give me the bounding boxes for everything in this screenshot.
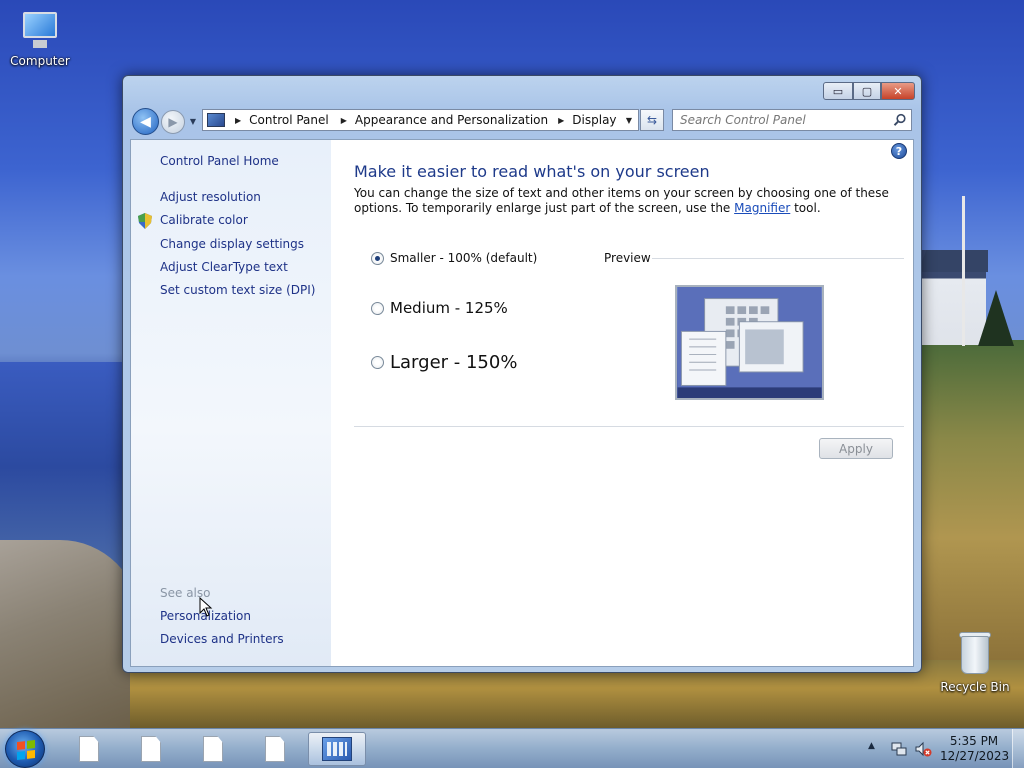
taskbar-item-document-3[interactable]	[184, 732, 242, 766]
option-smaller[interactable]: Smaller - 100% (default)	[371, 251, 537, 265]
display-window: ▭ ▢ ✕ ◀ ▶ ▼ ▶ Control Panel ▶ Appearance…	[122, 75, 922, 673]
windows-logo-icon	[17, 740, 35, 760]
desktop-icon-label: Recycle Bin	[940, 680, 1010, 694]
refresh-button[interactable]: ⇆	[640, 109, 664, 131]
taskbar: ▲ 5:35 PM 12/27/2023	[0, 728, 1024, 768]
taskbar-item-control-panel[interactable]	[308, 732, 366, 766]
clock-date: 12/27/2023	[940, 749, 1010, 763]
page-title: Make it easier to read what's on your sc…	[354, 162, 710, 181]
chevron-down-icon: ▼	[189, 116, 197, 126]
desktop-icon-label: Computer	[10, 54, 70, 68]
breadcrumb-label: Display	[572, 113, 617, 127]
arrow-right-icon: ▶	[168, 115, 178, 129]
sidebar-link-adjust-cleartype[interactable]: Adjust ClearType text	[160, 260, 288, 274]
taskbar-item-document-2[interactable]	[122, 732, 180, 766]
close-button[interactable]: ✕	[881, 82, 915, 100]
show-hidden-icons-button[interactable]: ▲	[868, 741, 875, 751]
window-controls: ▭ ▢ ✕	[823, 76, 921, 100]
refresh-icon: ⇆	[646, 113, 658, 127]
chevron-right-icon: ▶	[340, 115, 347, 125]
search-icon[interactable]	[893, 113, 907, 127]
apply-button[interactable]: Apply	[819, 438, 893, 459]
option-label: Smaller - 100% (default)	[390, 251, 538, 265]
document-icon	[203, 736, 223, 762]
minimize-button[interactable]: ▭	[823, 82, 853, 100]
recycle-bin-icon	[957, 630, 993, 676]
sidebar-link-adjust-resolution[interactable]: Adjust resolution	[160, 190, 261, 204]
wallpaper-roof	[918, 250, 988, 272]
taskbar-item-document-4[interactable]	[246, 732, 304, 766]
sidebar-link-calibrate-color[interactable]: Calibrate color	[160, 213, 248, 227]
clock-time: 5:35 PM	[949, 734, 999, 748]
sidebar-link-devices-and-printers[interactable]: Devices and Printers	[160, 632, 284, 646]
sidebar-link-control-panel-home[interactable]: Control Panel Home	[160, 154, 279, 168]
wallpaper-rocks	[0, 540, 140, 730]
show-desktop-button[interactable]	[1012, 729, 1024, 768]
search-box[interactable]	[672, 109, 912, 131]
breadcrumb-appearance[interactable]: ▶ Appearance and Personalization	[329, 113, 548, 127]
address-dropdown-icon[interactable]: ▼	[620, 116, 638, 125]
content-area: Control Panel Home Adjust resolution Cal…	[130, 139, 914, 667]
main-panel: ? Make it easier to read what's on your …	[331, 140, 913, 666]
arrow-left-icon: ◀	[140, 113, 151, 130]
chevron-right-icon: ▶	[235, 115, 242, 125]
sidebar: Control Panel Home Adjust resolution Cal…	[131, 140, 331, 666]
chevron-right-icon: ▶	[558, 115, 565, 125]
radio-smaller[interactable]	[371, 251, 384, 265]
preview-image	[675, 285, 824, 400]
mouse-cursor-icon	[199, 597, 213, 617]
breadcrumb-control-panel[interactable]: ▶ Control Panel	[231, 113, 329, 127]
radio-larger[interactable]	[371, 356, 384, 369]
option-label: Larger - 150%	[390, 352, 518, 373]
magnifier-link[interactable]: Magnifier	[734, 201, 790, 215]
wallpaper-field	[918, 340, 1024, 670]
breadcrumb-label: Appearance and Personalization	[354, 113, 549, 127]
document-icon	[141, 736, 161, 762]
page-description: You can change the size of text and othe…	[354, 186, 902, 216]
maximize-button[interactable]: ▢	[853, 82, 881, 100]
system-clock[interactable]: 5:35 PM 12/27/2023	[940, 734, 1010, 764]
volume-muted-icon[interactable]	[914, 740, 932, 758]
address-bar[interactable]: ▶ Control Panel ▶ Appearance and Persona…	[202, 109, 639, 131]
description-text-end: tool.	[790, 201, 821, 215]
option-medium[interactable]: Medium - 125%	[371, 299, 508, 317]
radio-medium[interactable]	[371, 301, 384, 315]
forward-button[interactable]: ▶	[161, 110, 185, 134]
desktop-icon-computer[interactable]: Computer	[0, 10, 80, 68]
options-divider	[354, 426, 904, 427]
back-button[interactable]: ◀	[132, 108, 159, 135]
wallpaper-flagpole	[962, 196, 965, 346]
help-icon[interactable]: ?	[891, 143, 907, 159]
sidebar-link-custom-text-size[interactable]: Set custom text size (DPI)	[160, 283, 315, 297]
preview-rule	[652, 258, 904, 259]
desktop-icon-recycle-bin[interactable]: Recycle Bin	[935, 630, 1015, 694]
shield-icon	[138, 213, 152, 229]
breadcrumb-label: Control Panel	[249, 113, 329, 127]
preview-label: Preview	[604, 251, 651, 265]
start-button[interactable]	[5, 730, 45, 768]
sidebar-link-change-display-settings[interactable]: Change display settings	[160, 237, 304, 251]
recent-pages-button[interactable]: ▼	[188, 114, 198, 128]
document-icon	[79, 736, 99, 762]
option-label: Medium - 125%	[390, 299, 508, 317]
taskbar-item-document-1[interactable]	[60, 732, 118, 766]
breadcrumb-display[interactable]: ▶ Display	[548, 113, 616, 127]
network-icon[interactable]	[890, 740, 908, 758]
option-larger[interactable]: Larger - 150%	[371, 352, 517, 373]
document-icon	[265, 736, 285, 762]
control-panel-icon	[207, 113, 225, 127]
computer-icon	[19, 10, 61, 50]
search-input[interactable]	[680, 113, 890, 127]
control-panel-icon	[322, 737, 352, 761]
